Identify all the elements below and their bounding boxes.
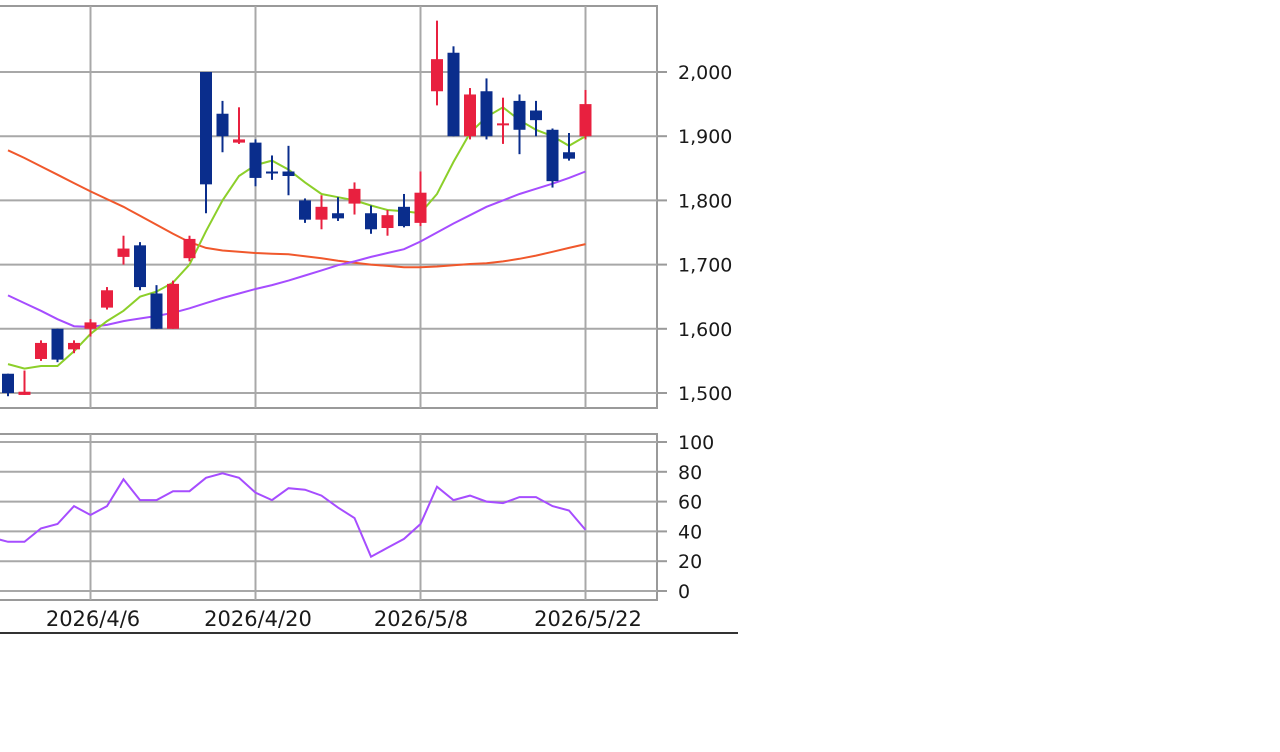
candle-body (2, 373, 14, 393)
oscillator-tick-label: 80 (678, 462, 702, 484)
candle-body (51, 328, 64, 360)
price-tick-label: 2,000 (678, 62, 732, 84)
candle-body (68, 342, 80, 350)
oscillator-tick-label: 40 (678, 521, 702, 543)
candle-body (381, 215, 394, 229)
candle (167, 280, 179, 329)
candle-body (546, 129, 559, 182)
price-tick-label: 1,500 (678, 383, 732, 405)
candle (447, 46, 460, 137)
candle-body (150, 293, 163, 329)
stock-chart: 1,500 1,600 1,700 1,800 1,900 2,000 100 80 60 40… (0, 5, 738, 634)
candle-body (563, 152, 575, 159)
oscillator-y-axis: 100 80 60 40 20 0 (657, 432, 714, 603)
price-tick-label: 1,800 (678, 190, 732, 212)
candle (2, 373, 14, 397)
candle-body (117, 248, 130, 257)
candle-body (183, 238, 196, 259)
candle-body (266, 171, 278, 174)
price-panel: 1,500 1,600 1,700 1,800 1,900 2,000 (0, 5, 732, 409)
candle (51, 328, 64, 363)
candle-body (101, 290, 113, 308)
candle-body (431, 59, 443, 92)
candle (134, 242, 146, 291)
candle-body (348, 188, 361, 204)
candle-body (480, 91, 493, 137)
candle-body (365, 213, 377, 230)
candle (35, 340, 47, 361)
candle-body (233, 139, 245, 143)
oscillator-tick-label: 60 (678, 492, 702, 514)
date-label: 2026/4/20 (204, 607, 312, 631)
candle-body (134, 245, 146, 288)
candle-body (299, 200, 311, 220)
date-label: 2026/4/6 (46, 607, 140, 631)
oscillator-tick-label: 0 (678, 581, 690, 603)
candle-body (315, 206, 328, 220)
candle-body (414, 192, 427, 223)
candle-body (332, 213, 344, 219)
candle-body (447, 52, 460, 137)
candle-body (167, 283, 179, 329)
oscillator-plot-area (0, 433, 658, 601)
oscillator-tick-label: 100 (678, 432, 714, 454)
price-y-axis: 1,500 1,600 1,700 1,800 1,900 2,000 (657, 62, 732, 405)
candle (101, 287, 113, 310)
candle-body (249, 142, 262, 178)
candle-body (282, 171, 295, 177)
candle-body (464, 94, 476, 137)
candle (183, 235, 196, 262)
price-tick-label: 1,600 (678, 319, 732, 341)
oscillator-panel: 100 80 60 40 20 0 (0, 432, 714, 603)
candle-body (84, 322, 97, 329)
candle (299, 198, 311, 223)
date-label: 2026/5/22 (534, 607, 642, 631)
candle-body (579, 104, 592, 137)
candle-body (513, 100, 526, 130)
candle (546, 128, 559, 188)
candle-body (398, 206, 410, 227)
price-tick-label: 1,700 (678, 255, 732, 277)
candle-body (497, 123, 509, 126)
candle-body (35, 342, 47, 359)
date-label: 2026/5/8 (374, 607, 468, 631)
candle-body (530, 110, 542, 121)
date-axis: 2026/4/6 2026/4/20 2026/5/8 2026/5/22 (0, 607, 738, 634)
candle-body (216, 113, 229, 137)
candle-body (18, 391, 31, 395)
candle (464, 88, 476, 140)
price-plot-area (0, 5, 658, 409)
price-tick-label: 1,900 (678, 126, 732, 148)
candle-body (200, 72, 212, 185)
oscillator-tick-label: 20 (678, 551, 702, 573)
